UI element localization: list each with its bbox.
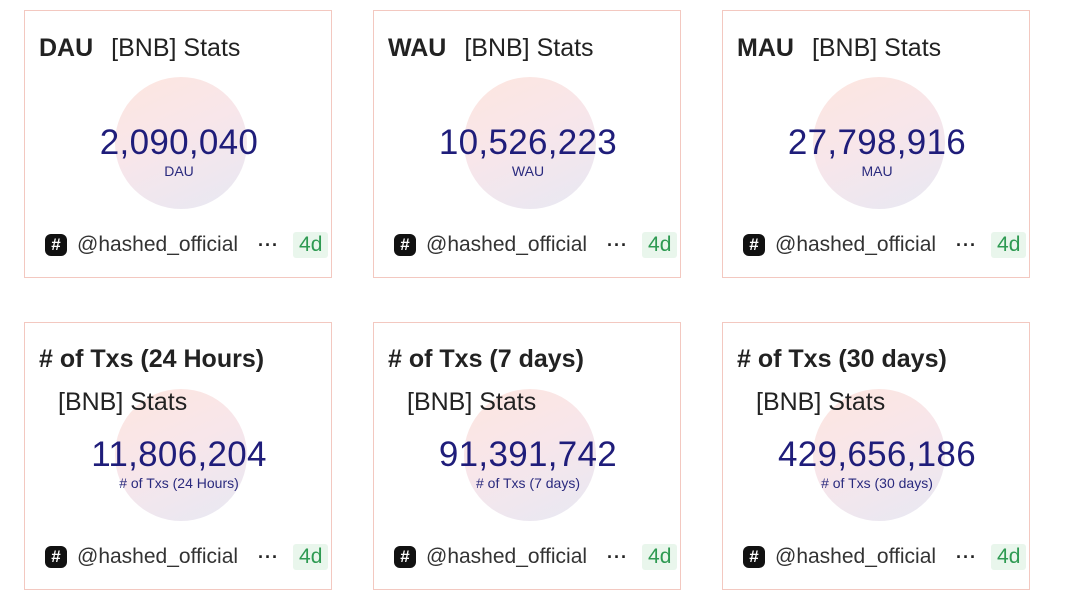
hash-icon: #: [394, 546, 416, 568]
author-link[interactable]: @hashed_official: [426, 545, 587, 569]
wau-card[interactable]: WAU [BNB] Stats 10,526,223 WAU # @hashed_…: [373, 10, 681, 278]
card-title: # of Txs (30 days): [737, 345, 947, 373]
card-title: DAU: [39, 34, 94, 62]
more-icon[interactable]: ···: [956, 235, 977, 256]
card-title: # of Txs (7 days): [388, 345, 584, 373]
card-footer: # @hashed_official ··· 4d: [743, 543, 1029, 571]
card-footer: # @hashed_official ··· 4d: [45, 231, 331, 259]
hash-icon: #: [743, 546, 765, 568]
counter-unit: MAU: [861, 163, 893, 179]
counter-unit: DAU: [164, 163, 194, 179]
more-icon[interactable]: ···: [258, 547, 279, 568]
hash-icon: #: [743, 234, 765, 256]
hash-icon: #: [45, 234, 67, 256]
counter-value: 2,090,040: [99, 123, 259, 162]
age-badge: 4d: [293, 232, 329, 258]
card-footer: # @hashed_official ··· 4d: [45, 543, 331, 571]
author-link[interactable]: @hashed_official: [775, 233, 936, 257]
more-icon[interactable]: ···: [607, 235, 628, 256]
card-footer: # @hashed_official ··· 4d: [394, 231, 680, 259]
card-title-row: WAU [BNB] Stats: [388, 31, 672, 65]
counter-value: 91,391,742: [438, 435, 618, 474]
age-badge: 4d: [642, 544, 678, 570]
card-subtitle: [BNB] Stats: [464, 34, 594, 62]
card-footer: # @hashed_official ··· 4d: [743, 231, 1029, 259]
author-link[interactable]: @hashed_official: [775, 545, 936, 569]
more-icon[interactable]: ···: [956, 547, 977, 568]
age-badge: 4d: [293, 544, 329, 570]
card-title: WAU: [388, 34, 447, 62]
counter-unit: WAU: [511, 163, 545, 179]
counter-value: 10,526,223: [438, 123, 618, 162]
author-link[interactable]: @hashed_official: [77, 545, 238, 569]
author-link[interactable]: @hashed_official: [426, 233, 587, 257]
mau-card[interactable]: MAU [BNB] Stats 27,798,916 MAU # @hashed_…: [722, 10, 1030, 278]
author-link[interactable]: @hashed_official: [77, 233, 238, 257]
txs-7d-card[interactable]: # of Txs (7 days) [BNB] Stats 91,391,742…: [373, 322, 681, 590]
more-icon[interactable]: ···: [607, 547, 628, 568]
card-subtitle: [BNB] Stats: [58, 388, 188, 416]
counter-unit: # of Txs (24 Hours): [119, 475, 239, 491]
age-badge: 4d: [642, 232, 678, 258]
card-title: MAU: [737, 34, 794, 62]
card-subtitle: [BNB] Stats: [756, 388, 886, 416]
more-icon[interactable]: ···: [258, 235, 279, 256]
card-footer: # @hashed_official ··· 4d: [394, 543, 680, 571]
counter-unit: # of Txs (7 days): [475, 475, 580, 491]
card-title-row: MAU [BNB] Stats: [737, 31, 1021, 65]
hash-icon: #: [45, 546, 67, 568]
counter-value: 11,806,204: [91, 435, 267, 474]
dau-card[interactable]: DAU [BNB] Stats 2,090,040 DAU # @hashed_o…: [24, 10, 332, 278]
age-badge: 4d: [991, 544, 1027, 570]
age-badge: 4d: [991, 232, 1027, 258]
card-subtitle: [BNB] Stats: [407, 388, 537, 416]
counter-unit: # of Txs (30 days): [821, 475, 933, 491]
card-title-row: DAU [BNB] Stats: [39, 31, 323, 65]
hash-icon: #: [394, 234, 416, 256]
card-subtitle: [BNB] Stats: [111, 34, 241, 62]
counter-value: 429,656,186: [778, 435, 976, 474]
txs-24h-card[interactable]: # of Txs (24 Hours) [BNB] Stats 11,806,2…: [24, 322, 332, 590]
card-title: # of Txs (24 Hours): [39, 345, 265, 373]
card-subtitle: [BNB] Stats: [811, 34, 942, 62]
counter-value: 27,798,916: [787, 123, 967, 162]
txs-30d-card[interactable]: # of Txs (30 days) [BNB] Stats 429,656,1…: [722, 322, 1030, 590]
